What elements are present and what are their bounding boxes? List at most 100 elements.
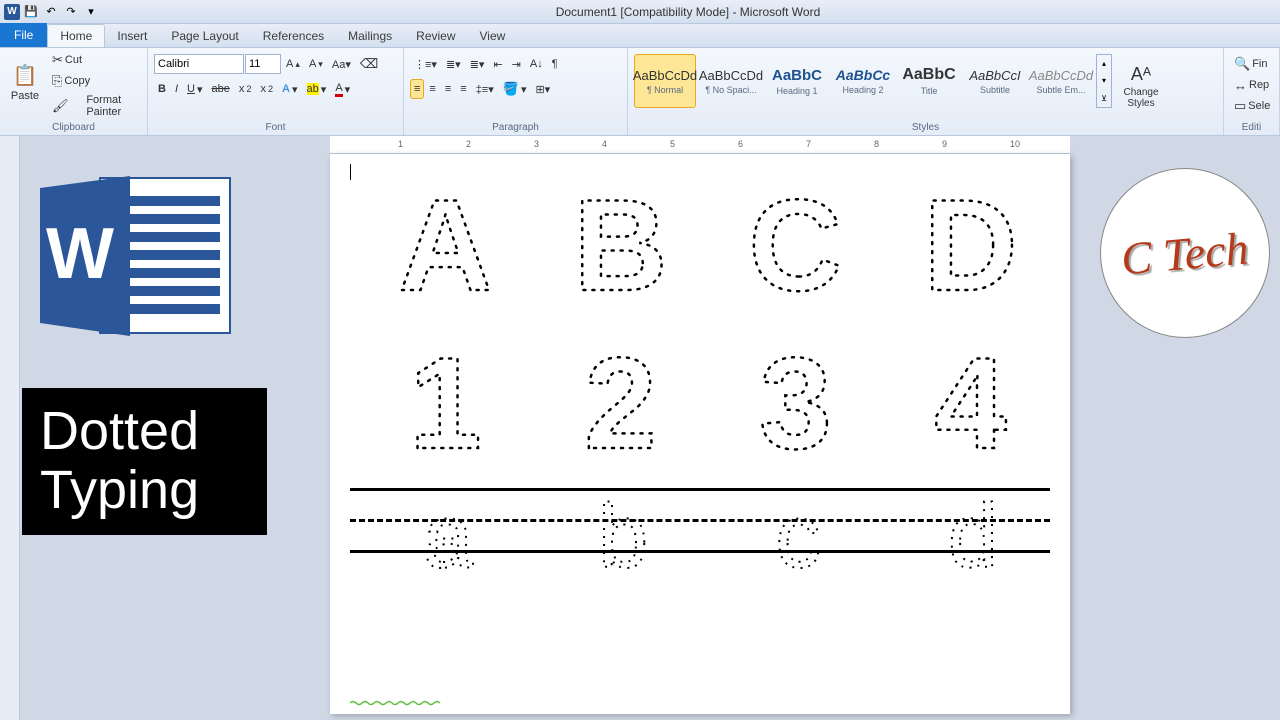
select-icon: ▭: [1234, 98, 1246, 114]
vertical-ruler[interactable]: [0, 136, 20, 720]
document-page[interactable]: ABCD 1234 abcd: [330, 154, 1070, 714]
replace-button[interactable]: ↔Rep: [1230, 75, 1273, 95]
badge-text: C Tech: [1119, 221, 1251, 285]
dotted-row-letters: ABCD: [350, 172, 1050, 312]
svg-text:4: 4: [934, 330, 1006, 470]
highlight-button[interactable]: ab▾: [303, 79, 331, 99]
strike-button[interactable]: abe: [208, 79, 234, 99]
inc-indent-button[interactable]: ⇥: [508, 54, 525, 74]
dec-indent-button[interactable]: ⇤: [489, 54, 506, 74]
style--no-spaci-[interactable]: AaBbCcDd¶ No Spaci...: [700, 54, 762, 108]
paste-icon: 📋: [13, 63, 38, 88]
align-right-button[interactable]: ≡: [441, 79, 455, 99]
style-subtitle[interactable]: AaBbCcISubtitle: [964, 54, 1026, 108]
style--normal[interactable]: AaBbCcDd¶ Normal: [634, 54, 696, 108]
line-spacing-button[interactable]: ‡≡▾: [472, 79, 498, 99]
save-icon[interactable]: 💾: [22, 3, 40, 21]
tab-references[interactable]: References: [251, 25, 336, 47]
tracing-block: abcd: [350, 488, 1050, 589]
tab-insert[interactable]: Insert: [105, 25, 159, 47]
bold-button[interactable]: B: [154, 79, 170, 99]
dotted-char-A: A: [368, 172, 508, 312]
dotted-char-C: C: [718, 172, 858, 312]
copy-button[interactable]: ⎘Copy: [48, 71, 141, 91]
style-title[interactable]: AaBbCTitle: [898, 54, 960, 108]
style-heading-2[interactable]: AaBbCcHeading 2: [832, 54, 894, 108]
shading-button[interactable]: 🪣▾: [499, 79, 531, 99]
horizontal-ruler[interactable]: 12345678910: [330, 136, 1070, 154]
dotted-row-numbers: 1234: [350, 330, 1050, 470]
group-styles: AaBbCcDd¶ NormalAaBbCcDd¶ No Spaci...AaB…: [628, 48, 1224, 135]
copy-label: Copy: [64, 75, 90, 87]
find-button[interactable]: 🔍Fin: [1230, 54, 1273, 74]
style-subtle-em-[interactable]: AaBbCcDdSubtle Em...: [1030, 54, 1092, 108]
shrink-font-button[interactable]: A▾: [305, 54, 327, 74]
bucket-icon: 🪣: [503, 81, 519, 97]
tab-review[interactable]: Review: [404, 25, 467, 47]
cut-button[interactable]: ✂Cut: [48, 50, 141, 70]
font-label: Font: [148, 122, 403, 133]
ribbon-tabs: File Home Insert Page Layout References …: [0, 24, 1280, 48]
word-logo-overlay: W: [30, 168, 240, 343]
italic-button[interactable]: I: [171, 79, 182, 99]
sort-button[interactable]: A↓: [526, 54, 547, 74]
svg-text:D: D: [923, 172, 1017, 312]
style-heading-1[interactable]: AaBbCHeading 1: [766, 54, 828, 108]
change-styles-button[interactable]: AᴬChange Styles: [1116, 54, 1166, 118]
clear-format-button[interactable]: ⌫: [356, 54, 382, 74]
svg-text:c: c: [775, 489, 820, 587]
tab-file[interactable]: File: [0, 23, 47, 47]
font-color-button[interactable]: A▾: [331, 79, 354, 99]
title-line1: Dotted: [40, 402, 249, 461]
underline-button[interactable]: U▾: [183, 79, 206, 99]
font-size-select[interactable]: [245, 54, 281, 74]
trace-char-c: c: [738, 489, 838, 589]
svg-text:A: A: [398, 172, 492, 312]
text-effects-button[interactable]: A▾: [278, 79, 301, 99]
undo-icon[interactable]: ↶: [42, 3, 60, 21]
channel-badge: C Tech: [1100, 168, 1270, 338]
borders-button[interactable]: ⊞▾: [531, 79, 554, 99]
svg-text:B: B: [573, 172, 667, 312]
paste-button[interactable]: 📋Paste: [6, 50, 44, 114]
svg-text:W: W: [46, 214, 114, 294]
svg-text:d: d: [947, 489, 997, 587]
tab-view[interactable]: View: [468, 25, 518, 47]
text-cursor: [350, 164, 351, 180]
dotted-char-4: 4: [893, 330, 1033, 470]
tab-home[interactable]: Home: [47, 24, 105, 47]
spellcheck-squiggle: [350, 700, 450, 706]
paragraph-label: Paragraph: [404, 122, 627, 133]
cut-label: Cut: [65, 54, 82, 66]
bullets-button[interactable]: ⋮≡▾: [410, 54, 441, 74]
trace-char-b: b: [563, 489, 663, 589]
tracing-letters: abcd: [350, 489, 1050, 589]
superscript-button[interactable]: x2: [256, 79, 277, 99]
svg-text:b: b: [597, 489, 647, 587]
brush-icon: 🖌: [52, 98, 69, 114]
numbering-button[interactable]: ≣▾: [442, 54, 465, 74]
format-painter-button[interactable]: 🖌Format Painter: [48, 92, 141, 120]
multilevel-button[interactable]: ≣▾: [466, 54, 489, 74]
change-case-button[interactable]: Aa▾: [328, 54, 355, 74]
qat-dropdown-icon[interactable]: ▾: [82, 3, 100, 21]
align-left-button[interactable]: ≡: [410, 79, 424, 99]
cut-icon: ✂: [52, 52, 63, 68]
subscript-button[interactable]: x2: [235, 79, 256, 99]
replace-icon: ↔: [1234, 78, 1247, 93]
justify-button[interactable]: ≡: [456, 79, 470, 99]
font-family-select[interactable]: [154, 54, 244, 74]
align-center-button[interactable]: ≡: [425, 79, 439, 99]
select-button[interactable]: ▭Sele: [1230, 96, 1273, 116]
styles-more-button[interactable]: ▴▾⊻: [1096, 54, 1112, 108]
group-editing: 🔍Fin ↔Rep ▭Sele Editi: [1224, 48, 1280, 135]
grow-font-button[interactable]: A▴: [282, 54, 304, 74]
tab-mailings[interactable]: Mailings: [336, 25, 404, 47]
group-clipboard: 📋Paste ✂Cut ⎘Copy 🖌Format Painter Clipbo…: [0, 48, 148, 135]
show-marks-button[interactable]: ¶: [548, 54, 562, 74]
tab-page-layout[interactable]: Page Layout: [159, 25, 250, 47]
redo-icon[interactable]: ↷: [62, 3, 80, 21]
dotted-char-3: 3: [718, 330, 858, 470]
title-overlay: Dotted Typing: [22, 388, 267, 535]
word-icon[interactable]: W: [4, 4, 20, 20]
